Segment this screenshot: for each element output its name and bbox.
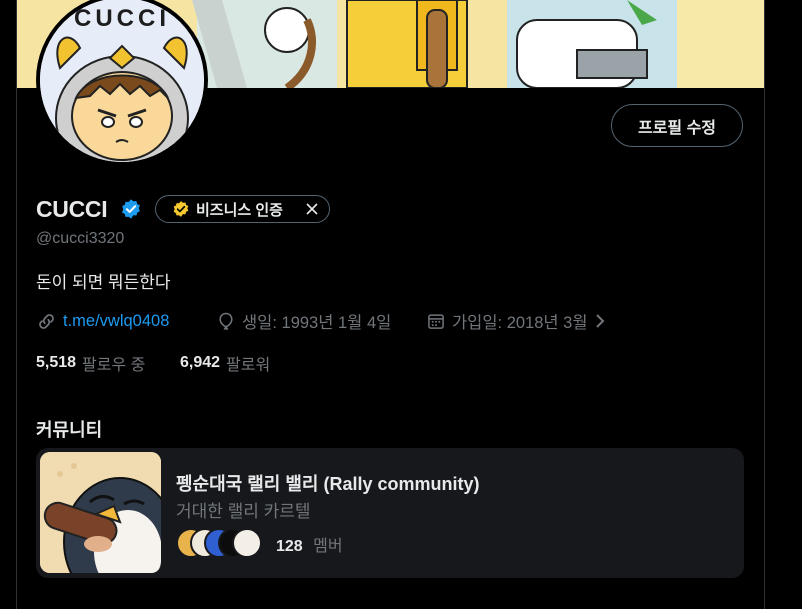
verified-icon[interactable] (120, 198, 142, 220)
community-thumbnail (40, 452, 161, 573)
display-name: CUCCI (36, 196, 108, 222)
member-count-number: 128 (276, 538, 303, 555)
community-description: 거대한 랠리 카르텔 (176, 502, 311, 521)
close-icon[interactable] (304, 201, 320, 217)
business-badge-label: 비즈니스 인증 (196, 201, 283, 219)
profile-link-text[interactable]: t.me/vwlq0408 (63, 312, 169, 331)
edit-profile-button[interactable]: 프로필 수정 (611, 104, 743, 147)
birthday-text: 생일: 1993년 1월 4일 (242, 314, 392, 332)
member-count-label: 멤버 (313, 538, 343, 555)
following-label: 팔로우 중 (82, 357, 146, 374)
calendar-icon (428, 314, 444, 329)
business-verified-badge[interactable]: 비즈니스 인증 (155, 195, 330, 223)
community-name[interactable]: 펭순대국 랠리 밸리 (Rally community) (176, 470, 480, 496)
birthday: 생일: 1993년 1월 4일 (216, 309, 391, 333)
community-member-avatars (176, 528, 268, 558)
avatar-art-text: CUCCI (74, 5, 170, 32)
joined-text: 가입일: 2018년 3월 (452, 314, 588, 332)
user-handle: @cucci3320 (36, 230, 125, 247)
business-badge-icon (173, 201, 189, 217)
followers-label: 팔로워 (226, 357, 271, 374)
following-count: 5,518 (36, 354, 77, 371)
link-icon (39, 313, 54, 329)
following-link[interactable]: 5,518 팔로우 중 (36, 351, 145, 375)
right-gutter (764, 0, 802, 609)
community-card[interactable]: 펭순대국 랠리 밸리 (Rally community) 거대한 랠리 카르텔 … (36, 448, 744, 578)
profile-link[interactable]: t.me/vwlq0408 (36, 309, 169, 333)
chevron-right-icon[interactable] (592, 311, 608, 331)
left-gutter (0, 0, 17, 609)
followers-link[interactable]: 6,942 팔로워 (180, 351, 270, 375)
balloon-icon (219, 312, 233, 330)
profile-avatar[interactable]: CUCCI (36, 0, 208, 166)
community-member-count: 128 멤버 (276, 532, 343, 556)
member-avatar (232, 528, 262, 558)
user-bio: 돈이 되면 뭐든한다 (36, 273, 171, 292)
communities-heading: 커뮤니티 (36, 420, 103, 440)
followers-count: 6,942 (180, 354, 221, 371)
joined-date[interactable]: 가입일: 2018년 3월 (426, 309, 608, 333)
